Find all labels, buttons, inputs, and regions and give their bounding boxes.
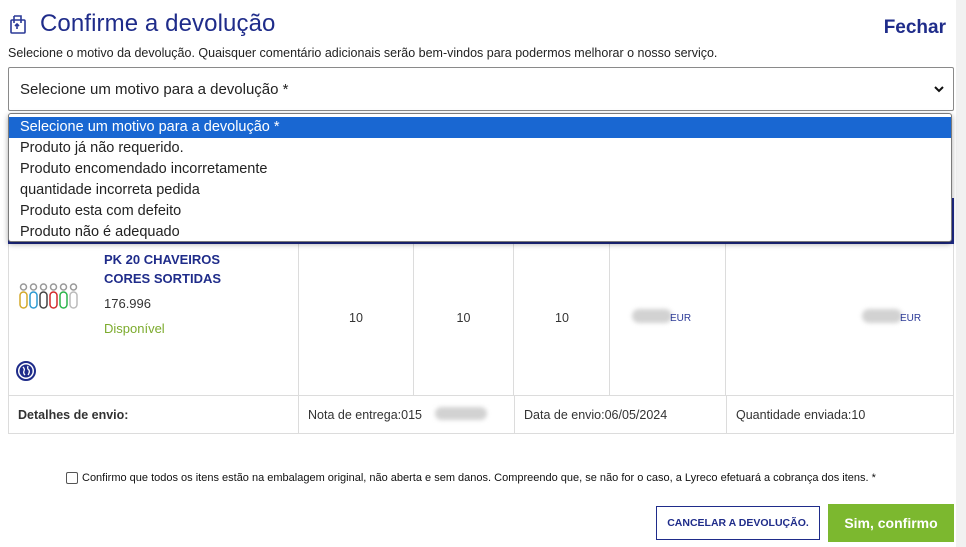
- reason-dropdown-list[interactable]: Selecione um motivo para a devolução * P…: [8, 113, 952, 242]
- qty-return: 10: [555, 311, 569, 325]
- title-wrap: Confirme a devolução: [8, 10, 275, 38]
- page-title: Confirme a devolução: [40, 10, 276, 37]
- qty-ordered: 10: [349, 311, 363, 325]
- redacted-price: [632, 309, 672, 323]
- dropdown-option[interactable]: Produto encomendado incorretamente: [9, 159, 951, 180]
- globe-icon[interactable]: [16, 361, 36, 381]
- dropdown-option[interactable]: quantidade incorreta pedida: [9, 180, 951, 201]
- qty-ordered-cell: 10: [299, 244, 414, 395]
- shipping-label: Detalhes de envio:: [9, 396, 299, 433]
- dropdown-option[interactable]: Produto já não requerido.: [9, 138, 951, 159]
- return-box-icon: [8, 13, 30, 35]
- confirmation-row: Confirmo que todos os itens estão na emb…: [66, 472, 876, 484]
- shipping-details-row: Detalhes de envio: Nota de entrega:015 D…: [8, 396, 954, 434]
- select-value: Selecione um motivo para a devolução *: [20, 80, 289, 98]
- confirmation-text: Confirmo que todos os itens estão na emb…: [82, 472, 876, 484]
- redacted-total: [862, 309, 902, 323]
- page-scrollbar[interactable]: [956, 0, 966, 547]
- availability-status: Disponível: [104, 321, 165, 336]
- dropdown-option[interactable]: Produto esta com defeito: [9, 201, 951, 222]
- confirm-button[interactable]: Sim, confirmo: [828, 504, 954, 542]
- dropdown-option[interactable]: Selecione um motivo para a devolução *: [9, 117, 951, 138]
- delivery-note-cell: Nota de entrega:015: [299, 396, 515, 433]
- keychain-product-image: [19, 283, 78, 309]
- qty-delivered: 10: [456, 311, 471, 325]
- dropdown-option[interactable]: Produto não é adequado: [9, 222, 951, 241]
- unit-price-currency: EUR: [670, 313, 692, 324]
- unit-price-cell: EUR: [610, 244, 726, 395]
- qty-sent: Quantidade enviada:10: [736, 407, 866, 422]
- ship-date: Data de envio:06/05/2024: [515, 396, 727, 433]
- qty-delivered-cell: 10: [414, 244, 514, 395]
- product-name-line2: CORES SORTIDAS: [104, 271, 222, 286]
- instructions-text: Selecione o motivo da devolução. Quaisqu…: [8, 46, 718, 60]
- product-row: PK 20 CHAVEIROS CORES SORTIDAS 176.996 D…: [8, 244, 954, 396]
- delivery-note: Nota de entrega:015: [308, 407, 422, 422]
- chevron-down-icon: [934, 86, 944, 93]
- qty-return-cell: 10: [514, 244, 610, 395]
- return-reason-select[interactable]: Selecione um motivo para a devolução *: [8, 67, 954, 111]
- total-price-cell: EUR: [726, 244, 953, 395]
- product-cell: PK 20 CHAVEIROS CORES SORTIDAS 176.996 D…: [9, 244, 299, 395]
- confirm-checkbox[interactable]: [66, 472, 78, 484]
- cancel-return-button[interactable]: CANCELAR A DEVOLUÇÃO.: [656, 506, 820, 540]
- product-name-line1: PK 20 CHAVEIROS: [104, 252, 221, 267]
- product-name[interactable]: PK 20 CHAVEIROS CORES SORTIDAS: [104, 250, 221, 288]
- redacted-delivery-note: [435, 407, 487, 420]
- close-link[interactable]: Fechar: [884, 17, 946, 39]
- total-currency: EUR: [900, 313, 922, 324]
- product-code: 176.996: [104, 296, 151, 311]
- modal-header: Confirme a devolução Fechar: [8, 8, 948, 42]
